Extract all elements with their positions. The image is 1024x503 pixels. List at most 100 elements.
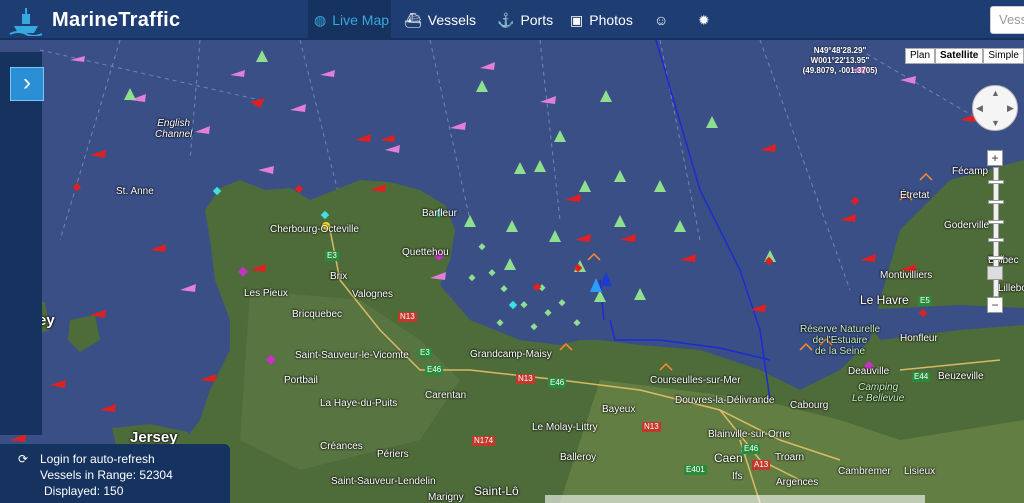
- label-quettehou: Quettehou: [402, 247, 449, 258]
- road-n174: N174: [472, 436, 496, 446]
- map-type-satellite[interactable]: Satellite: [935, 48, 984, 64]
- vessels-in-range-value: 52304: [139, 468, 173, 482]
- label-honfleur: Honfleur: [900, 333, 938, 344]
- label-sauveur: Saint-Sauveur-le-Vicomte: [295, 350, 409, 361]
- label-lillebonne: Lillebo: [998, 283, 1024, 294]
- top-navbar: MarineTraffic ◍ Live Map ⛴ Vessels ⚓ Ports …: [0, 0, 1024, 40]
- label-troarn: Troarn: [775, 452, 805, 463]
- label-barfleur: Barfleur: [422, 208, 458, 219]
- gear-icon: ✹: [698, 12, 710, 28]
- zoom-tick: [988, 238, 1004, 242]
- nav-live-map-label: Live Map: [332, 12, 390, 28]
- displayed-value: 150: [103, 484, 124, 498]
- label-cabourg: Cabourg: [790, 400, 829, 411]
- label-douvres: Douvres-la-Délivrande: [675, 395, 775, 406]
- map-type-plan[interactable]: Plan: [905, 48, 936, 64]
- cursor-coordinates: N49°48'28.29" W001°22'13.95" (49.8079, -…: [780, 46, 900, 76]
- status-panel: ⟳ Login for auto-refresh Vessels in Rang…: [0, 444, 230, 503]
- camera-icon: ▣: [570, 12, 584, 28]
- label-marigny: Marigny: [428, 492, 464, 503]
- label-english-channel: English Channel: [155, 118, 193, 140]
- nav-photos[interactable]: ▣ Photos: [570, 0, 633, 40]
- label-portbail: Portbail: [284, 375, 318, 386]
- coord-lat: N49°48'28.29": [813, 46, 867, 55]
- expand-sidebar-button[interactable]: ›: [10, 67, 44, 101]
- zoom-out-button[interactable]: −: [987, 297, 1003, 313]
- zoom-tick: [988, 200, 1004, 204]
- live-map[interactable]: English Channel St. Anne Cherbourg-Octev…: [0, 40, 1024, 503]
- zoom-slider-handle[interactable]: [987, 266, 1003, 280]
- nav-vessels[interactable]: ⛴ Vessels: [404, 0, 476, 40]
- pan-left-icon[interactable]: ◀: [976, 103, 983, 114]
- label-les-pieux: Les Pieux: [244, 288, 288, 299]
- label-deauville: Deauville: [848, 366, 890, 377]
- displayed-label: Displayed:: [44, 484, 101, 498]
- anchor-icon: ⚓: [497, 12, 515, 28]
- users-icon: ☺: [654, 12, 669, 28]
- globe-icon: ◍: [314, 12, 327, 28]
- road-e46-b: E46: [548, 378, 567, 388]
- label-reserve: Réserve Naturelle de l'Estuaire de la Se…: [800, 324, 881, 357]
- brand-name[interactable]: MarineTraffic: [52, 9, 180, 32]
- label-lendelin: Saint-Sauveur-Lendelin: [331, 476, 436, 487]
- zoom-tick: [988, 256, 1004, 260]
- map-type-simple[interactable]: Simple: [983, 48, 1024, 64]
- road-n13-a: N13: [398, 312, 417, 322]
- road-e3-b: E3: [418, 348, 432, 358]
- road-e46-c: E46: [742, 444, 761, 454]
- label-courseulles: Courseulles-sur-Mer: [650, 375, 741, 386]
- zoom-tick: [988, 220, 1004, 224]
- nav-settings[interactable]: ✹: [698, 0, 716, 40]
- road-e3-a: E3: [325, 251, 339, 261]
- nav-vessels-label: Vessels: [427, 12, 477, 28]
- vessels-in-range-label: Vessels in Range:: [40, 468, 137, 482]
- label-camping: Camping Le Bellevue: [852, 382, 905, 404]
- ship-icon: ⛴: [404, 12, 422, 28]
- nav-photos-label: Photos: [589, 12, 633, 28]
- displayed-count: Displayed: 150: [44, 484, 123, 498]
- pan-right-icon[interactable]: ▶: [1007, 103, 1014, 114]
- zoom-in-button[interactable]: +: [987, 150, 1003, 166]
- vessel-search-input[interactable]: Vesse: [990, 6, 1024, 34]
- label-etretat: Étretat: [900, 190, 930, 201]
- refresh-icon[interactable]: ⟳: [18, 452, 28, 466]
- label-grandcamp: Grandcamp-Maisy: [470, 349, 552, 360]
- chevron-right-icon: ›: [23, 69, 31, 96]
- label-bricquebec: Bricquebec: [292, 309, 343, 320]
- sidebar-panel: [0, 52, 42, 435]
- label-periers: Périers: [377, 449, 409, 460]
- label-balleroy: Balleroy: [560, 452, 597, 463]
- map-attribution-bar: [545, 495, 925, 503]
- login-link[interactable]: Login for auto-refresh: [40, 452, 155, 466]
- coord-decimal: (49.8079, -001.3705): [802, 66, 878, 75]
- pan-control[interactable]: ▲ ▼ ◀ ▶: [972, 85, 1018, 131]
- pan-up-icon[interactable]: ▲: [991, 88, 1000, 98]
- marinetraffic-logo-icon[interactable]: [8, 4, 44, 36]
- label-caen: Caen: [714, 451, 743, 465]
- label-valognes: Valognes: [352, 289, 393, 300]
- label-bayeux: Bayeux: [602, 404, 636, 415]
- road-n13-b: N13: [516, 374, 535, 384]
- coord-lon: W001°22'13.95": [810, 56, 870, 65]
- nav-community[interactable]: ☺: [654, 0, 674, 40]
- road-e46-a: E46: [425, 365, 444, 375]
- label-blainville: Blainville-sur-Orne: [708, 429, 791, 440]
- nav-live-map[interactable]: ◍ Live Map: [308, 0, 391, 40]
- label-saint-lo: Saint-Lô: [474, 484, 519, 498]
- zoom-tick: [988, 180, 1004, 184]
- label-carentan: Carentan: [425, 390, 467, 401]
- label-brix: Brix: [330, 271, 348, 282]
- label-haye: La Haye-du-Puits: [320, 398, 398, 409]
- label-lisieux: Lisieux: [904, 466, 936, 477]
- label-beuzeville: Beuzeville: [938, 371, 984, 382]
- pan-down-icon[interactable]: ▼: [991, 118, 1000, 128]
- label-creances: Créances: [320, 441, 363, 452]
- road-e5: E5: [918, 296, 932, 306]
- road-a13: A13: [752, 460, 771, 470]
- nav-ports[interactable]: ⚓ Ports: [497, 0, 553, 40]
- label-le-havre: Le Havre: [860, 293, 909, 307]
- map-type-selector: Plan Satellite Simple: [905, 48, 1024, 64]
- label-molay: Le Molay-Littry: [532, 422, 598, 433]
- label-ifs: Ifs: [732, 471, 743, 482]
- road-e44: E44: [912, 372, 931, 382]
